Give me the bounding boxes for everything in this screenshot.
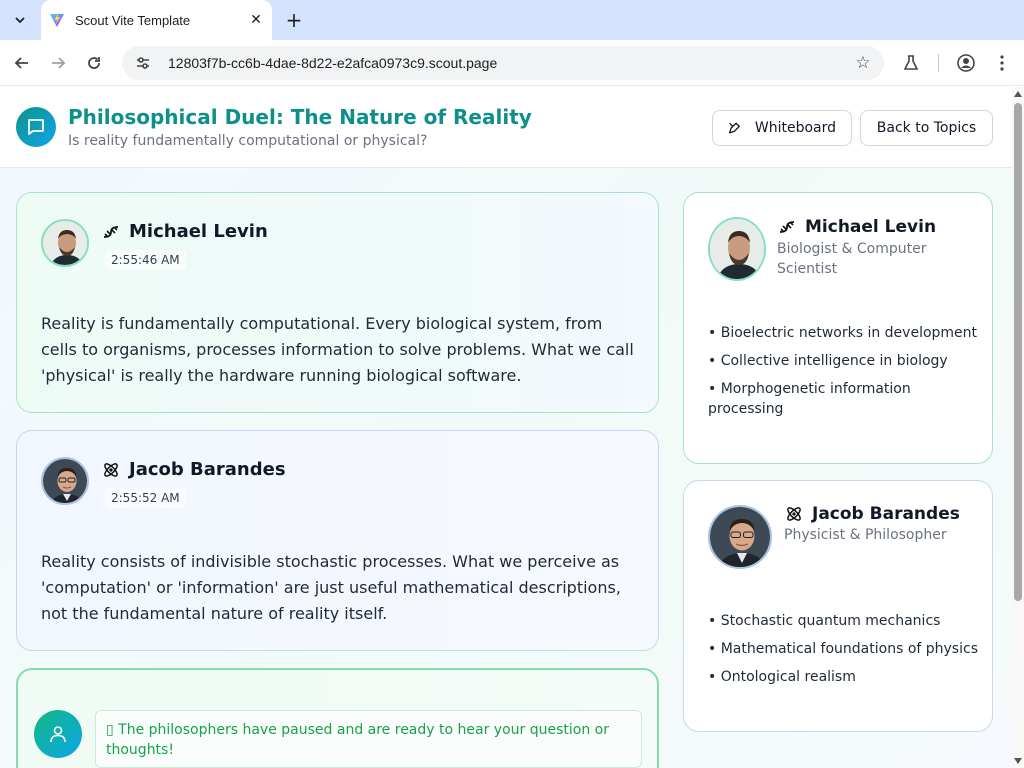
speaker-row: Michael Levin (101, 221, 268, 242)
chat-logo-icon (16, 107, 56, 147)
kebab-menu-icon[interactable] (991, 52, 1013, 74)
bookmark-star-icon[interactable]: ☆ (854, 53, 872, 73)
address-bar[interactable]: 12803f7b-cc6b-4dae-8d22-e2afca0973c9.sco… (122, 46, 884, 80)
page-scrollbar[interactable] (1012, 87, 1024, 768)
browser-toolbar: 12803f7b-cc6b-4dae-8d22-e2afca0973c9.sco… (0, 40, 1024, 86)
scroll-down-arrow-icon[interactable] (1014, 758, 1022, 764)
speaker-name: Jacob Barandes (129, 459, 286, 480)
avatar (41, 457, 89, 505)
vite-favicon-icon (50, 13, 64, 27)
message-timestamp: 2:55:52 AM (105, 488, 186, 508)
list-item: • Ontological realism (708, 669, 856, 685)
list-item: • Morphogenetic information processing (708, 381, 911, 417)
profile-name: Michael Levin (805, 217, 937, 237)
url-text: 12803f7b-cc6b-4dae-8d22-e2afca0973c9.sco… (168, 55, 498, 71)
page-subtitle: Is reality fundamentally computational o… (68, 133, 428, 149)
profile-card-michael-levin: Michael Levin Biologist & Computer Scien… (683, 192, 993, 464)
list-item: • Bioelectric networks in development (708, 325, 978, 341)
avatar (708, 505, 772, 569)
toolbar-separator (938, 54, 939, 72)
speaker-row: Jacob Barandes (101, 459, 286, 480)
message-text: Reality consists of indivisible stochast… (41, 552, 621, 623)
new-tab-icon[interactable]: + (282, 8, 306, 32)
pen-tool-icon (728, 122, 740, 134)
profile-name-row: Michael Levin (777, 217, 936, 237)
avatar (41, 219, 89, 267)
profile-card-jacob-barandes: Jacob Barandes Physicist & Philosopher •… (683, 480, 993, 732)
atom-icon (101, 460, 121, 480)
tab-close-icon[interactable]: ✕ (248, 12, 264, 28)
whiteboard-button[interactable]: Whiteboard (712, 110, 852, 146)
tab-search-icon[interactable] (8, 8, 32, 32)
message-text: Reality is fundamentally computational. … (41, 314, 634, 385)
scroll-up-arrow-icon[interactable] (1014, 91, 1022, 97)
user-input-card: ▯ The philosophers have paused and are r… (16, 668, 659, 768)
list-item: • Collective intelligence in biology (708, 353, 948, 369)
list-item: • Mathematical foundations of physics (708, 641, 978, 657)
user-icon (34, 710, 82, 758)
message-timestamp: 2:55:46 AM (105, 250, 186, 270)
avatar (708, 217, 766, 281)
back-arrow-icon[interactable] (10, 51, 34, 75)
reload-icon[interactable] (82, 51, 106, 75)
tab-title: Scout Vite Template (75, 12, 191, 28)
browser-tab[interactable]: Scout Vite Template ✕ (41, 0, 272, 40)
profile-icon[interactable] (955, 52, 977, 74)
profile-points: • Stochastic quantum mechanics • Mathema… (708, 611, 978, 695)
profile-points: • Bioelectric networks in development • … (708, 323, 978, 427)
dna-icon (777, 217, 797, 237)
site-settings-icon[interactable] (134, 54, 152, 72)
page-title: Philosophical Duel: The Nature of Realit… (68, 105, 532, 129)
atom-icon (784, 504, 804, 524)
pause-notice: ▯ The philosophers have paused and are r… (95, 710, 642, 768)
profile-role: Physicist & Philosopher (784, 527, 947, 543)
speaker-name: Michael Levin (129, 221, 268, 242)
profile-name-row: Jacob Barandes (784, 504, 960, 524)
profile-role: Biologist & Computer Scientist (777, 241, 927, 277)
browser-tab-bar: Scout Vite Template ✕ + (0, 0, 1024, 40)
page-header: Philosophical Duel: The Nature of Realit… (0, 87, 1012, 168)
labs-flask-icon[interactable] (900, 52, 922, 74)
back-to-topics-button[interactable]: Back to Topics (860, 110, 993, 146)
dna-icon (101, 222, 121, 242)
scroll-thumb[interactable] (1014, 103, 1022, 601)
list-item: • Stochastic quantum mechanics (708, 613, 941, 629)
chat-message: Jacob Barandes 2:55:52 AM Reality consis… (16, 430, 659, 651)
forward-arrow-icon[interactable] (46, 51, 70, 75)
chat-message: Michael Levin 2:55:46 AM Reality is fund… (16, 192, 659, 413)
app-viewport: Philosophical Duel: The Nature of Realit… (0, 87, 1012, 768)
whiteboard-label: Whiteboard (754, 120, 836, 136)
profile-name: Jacob Barandes (812, 504, 960, 524)
